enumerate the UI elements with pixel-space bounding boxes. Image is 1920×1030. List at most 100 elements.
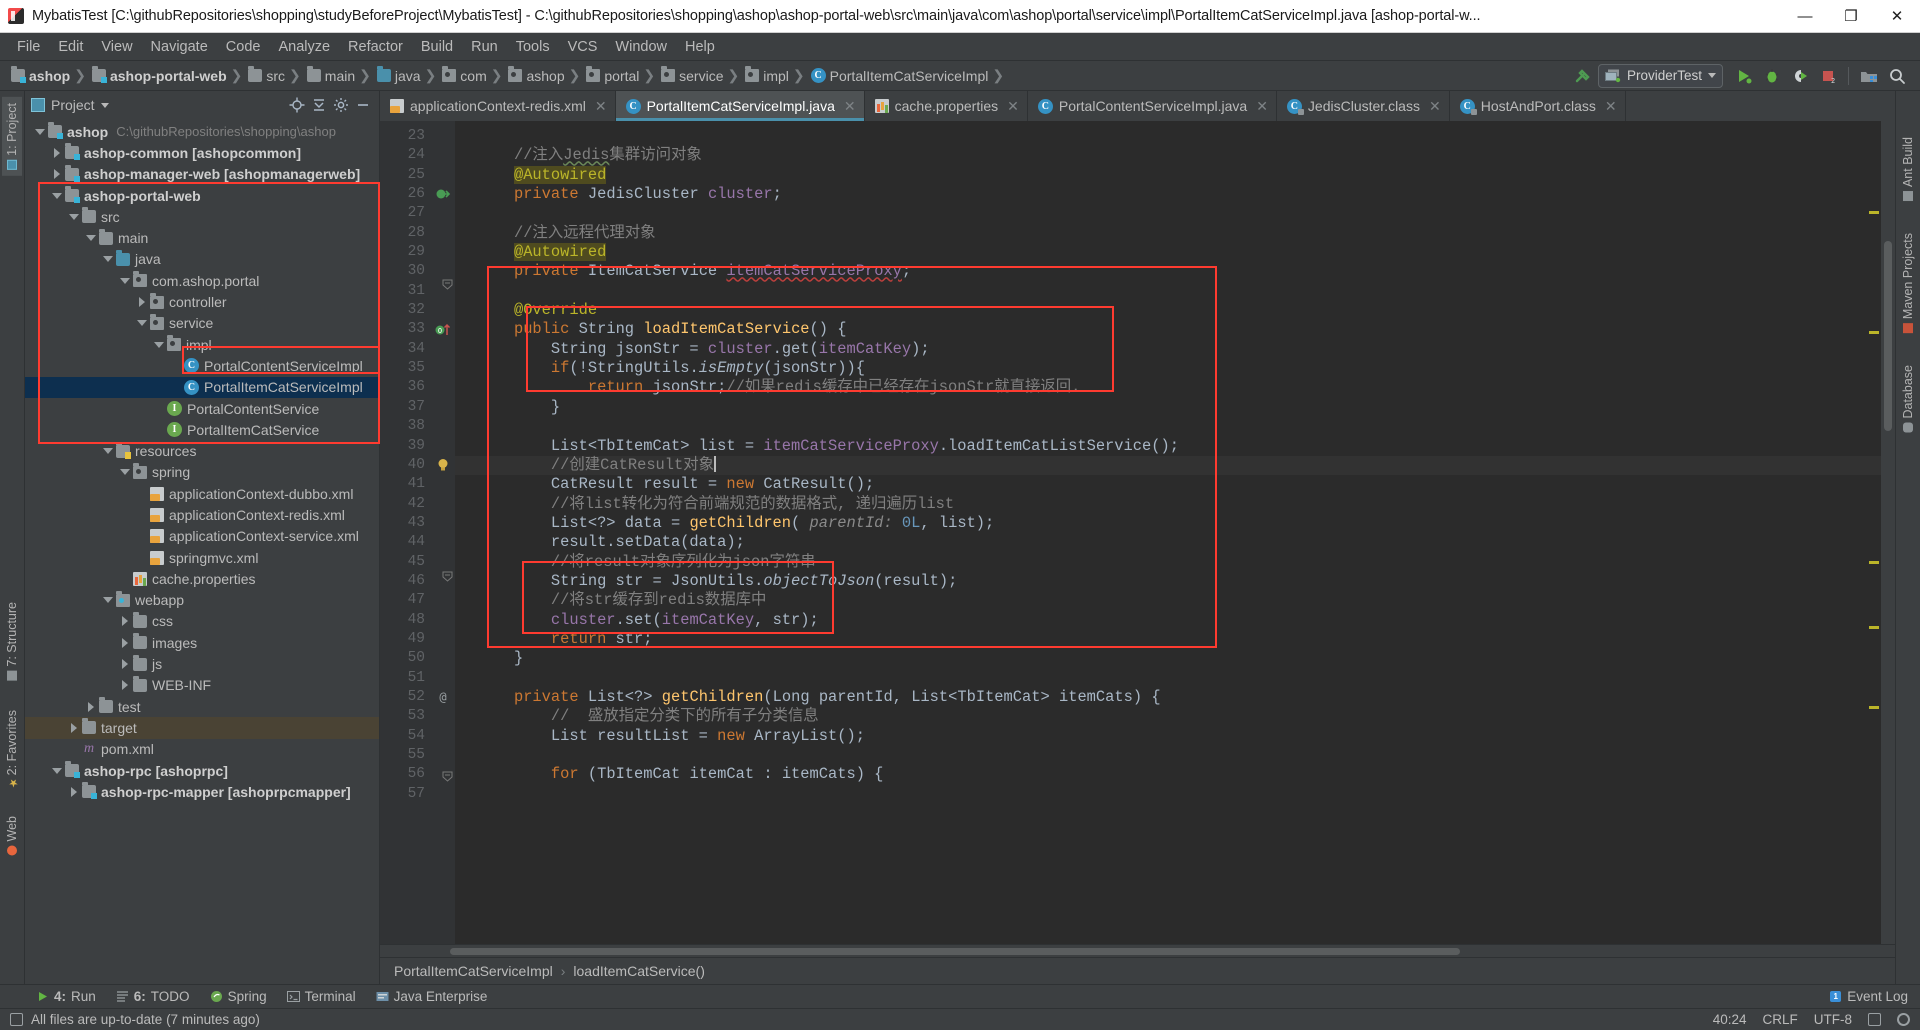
chevron-right-icon[interactable] [118,679,131,692]
breadcrumb-method[interactable]: loadItemCatService() [573,963,705,979]
search-everywhere-icon[interactable] [1884,64,1910,88]
event-log-label[interactable]: Event Log [1847,989,1908,1004]
close-icon[interactable]: ✕ [595,98,607,115]
gutter-line-number[interactable]: 39 [380,437,455,456]
code-line[interactable]: @Autowired [455,165,1895,185]
tree-node[interactable]: impl [25,334,379,355]
breadcrumb-ashop[interactable]: ashop [6,64,73,88]
maximize-button[interactable]: ❐ [1828,0,1874,33]
breadcrumb-java[interactable]: java [372,64,424,88]
line-separator[interactable]: CRLF [1762,1012,1797,1027]
close-icon[interactable]: ✕ [1256,98,1268,115]
editor-tab-applicationcontext-redis-xml[interactable]: applicationContext-redis.xml ✕ [380,91,616,121]
scroll-from-source-icon[interactable] [287,95,307,115]
chevron-right-icon[interactable] [84,700,97,713]
tree-node[interactable]: applicationContext-service.xml [25,526,379,547]
chevron-down-icon[interactable] [50,189,63,202]
status-gear-icon[interactable] [1897,1013,1910,1026]
run-with-coverage-button[interactable] [1787,64,1813,88]
code-line[interactable]: // 盛放指定分类下的所有子分类信息 [455,707,1895,726]
project-structure-icon[interactable] [1856,64,1882,88]
minimize-button[interactable]: — [1782,0,1828,33]
chevron-right-icon[interactable] [118,658,131,671]
breadcrumb-ashop-portal-web[interactable]: ashop-portal-web [87,64,230,88]
code-line[interactable] [455,785,1895,804]
tool-window-favorites[interactable]: ★ 2: Favorites [2,704,22,795]
chevron-down-icon[interactable] [67,210,80,223]
tree-node[interactable]: I PortalContentService [25,398,379,419]
close-icon[interactable]: ✕ [1605,98,1617,115]
code-line[interactable]: } [455,649,1895,668]
gutter-line-number[interactable]: 40 [380,456,455,475]
menu-item-tools[interactable]: Tools [507,35,559,59]
tool-window-java-enterprise[interactable]: Java Enterprise [366,987,498,1006]
code-editor[interactable]: 23 24 25 26 27 28 29 30 31 32 33 O 34 35 36 37 38 39 40 41 4… [380,121,1895,944]
editor-tab-jediscluster-class[interactable]: C JedisCluster.class ✕ [1277,91,1450,121]
editor-vertical-scrollbar[interactable] [1881,121,1895,944]
tree-node[interactable]: ashop C:\githubRepositories\shopping\asho… [25,121,379,142]
tree-node[interactable]: ashop-portal-web [25,185,379,206]
tree-node[interactable]: m pom.xml [25,739,379,760]
code-line[interactable] [455,417,1895,436]
tree-node[interactable]: ashop-manager-web [ashopmanagerweb] [25,164,379,185]
code-line[interactable]: private JedisCluster cluster; [455,185,1895,204]
tree-node[interactable]: com.ashop.portal [25,270,379,291]
code-content[interactable]: //注入Jedis集群访问对象 @Autowired private Jedis… [455,121,1895,944]
tool-window-todo[interactable]: 6: TODO [106,987,200,1006]
code-fold-toggle-icon[interactable] [442,569,453,582]
gutter-line-number[interactable]: 27 [380,204,455,223]
tree-node[interactable]: ashop-rpc [ashoprpc] [25,760,379,781]
gutter-line-number[interactable]: 24 [380,146,455,165]
project-tree[interactable]: ashop C:\githubRepositories\shopping\asho… [25,119,379,984]
breadcrumb-src[interactable]: src [243,64,288,88]
code-line[interactable]: private ItemCatService itemCatServicePro… [455,262,1895,281]
chevron-right-icon[interactable] [67,721,80,734]
tool-window-web[interactable]: Web [2,810,22,861]
code-line[interactable]: @Override [455,301,1895,320]
lock-icon[interactable] [1868,1013,1881,1026]
code-line[interactable] [455,127,1895,146]
breadcrumb-portal[interactable]: portal [581,64,642,88]
chevron-right-icon[interactable] [135,296,148,309]
gutter-line-number[interactable]: 52 @ [380,688,455,707]
run-button[interactable] [1731,64,1757,88]
code-line[interactable]: return str; [455,630,1895,649]
menu-item-help[interactable]: Help [676,35,724,59]
tree-node[interactable]: I PortalItemCatService [25,419,379,440]
gutter-line-number[interactable]: 51 [380,669,455,688]
project-view-chevron-down-icon[interactable] [100,102,109,108]
code-line[interactable]: List<TbItemCat> list = itemCatServicePro… [455,437,1895,456]
hide-panel-icon[interactable] [353,95,373,115]
tree-node[interactable]: cache.properties [25,568,379,589]
menu-item-run[interactable]: Run [462,35,507,59]
collapse-all-icon[interactable] [309,95,329,115]
tree-node[interactable]: ashop-rpc-mapper [ashoprpcmapper] [25,781,379,802]
annotation-marker-icon[interactable]: @ [433,689,451,706]
close-icon[interactable]: ✕ [1007,98,1019,115]
breadcrumb-portalitemcatserviceimpl[interactable]: C PortalItemCatServiceImpl [806,64,992,88]
menu-item-refactor[interactable]: Refactor [339,35,412,59]
menu-item-code[interactable]: Code [217,35,270,59]
tree-node[interactable]: applicationContext-redis.xml [25,504,379,525]
chevron-right-icon[interactable] [118,636,131,649]
menu-item-vcs[interactable]: VCS [559,35,607,59]
menu-item-edit[interactable]: Edit [49,35,92,59]
code-line[interactable]: result.setData(data); [455,533,1895,552]
chevron-down-icon[interactable] [118,274,131,287]
gutter-line-number[interactable]: 48 [380,611,455,630]
horizontal-scrollbar-thumb[interactable] [450,948,1460,955]
code-line[interactable]: } [455,398,1895,417]
chevron-right-icon[interactable] [118,615,131,628]
gutter-line-number[interactable]: 42 [380,495,455,514]
tree-node[interactable]: test [25,696,379,717]
implemented-method-icon[interactable] [433,186,451,203]
breadcrumb-class[interactable]: PortalItemCatServiceImpl [394,963,553,979]
file-encoding[interactable]: UTF-8 [1814,1012,1852,1027]
tree-node[interactable]: WEB-INF [25,675,379,696]
chevron-down-icon[interactable] [101,253,114,266]
tree-node[interactable]: C PortalItemCatServiceImpl [25,376,379,398]
tree-node[interactable]: C PortalContentServiceImpl [25,355,379,376]
caret-position[interactable]: 40:24 [1713,1012,1747,1027]
tree-node[interactable]: js [25,653,379,674]
breadcrumb-com[interactable]: com [437,64,489,88]
